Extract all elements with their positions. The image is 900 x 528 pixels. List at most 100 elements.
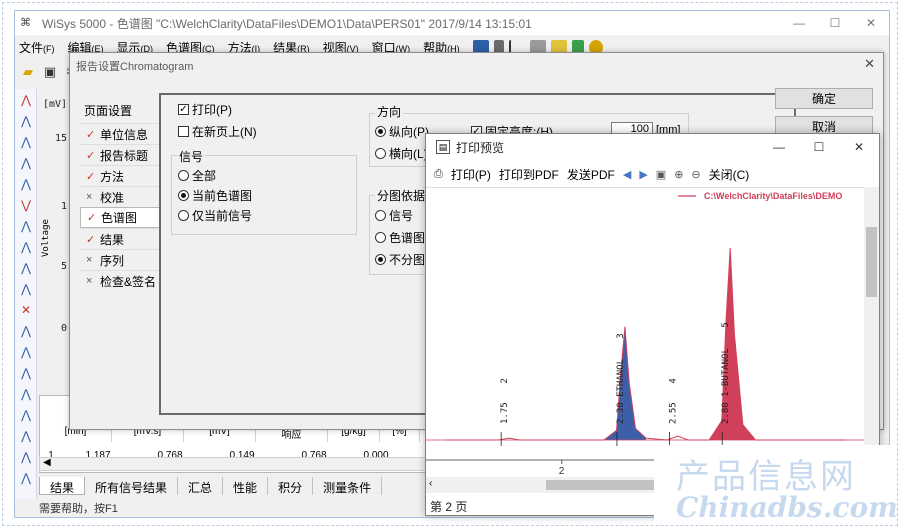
radio-icon (375, 148, 386, 159)
preview-maximize-button[interactable]: ☐ (799, 134, 839, 160)
delete-peak-icon[interactable]: ✕ (16, 300, 36, 320)
dialog-close-icon[interactable]: ✕ (864, 56, 875, 72)
shoulder-icon[interactable]: ⋀ (16, 363, 36, 383)
rear-tangent-icon[interactable]: ⋀ (16, 279, 36, 299)
peak-tool-icon[interactable]: ⋀ (16, 90, 36, 110)
peak-label: 2.55 (669, 402, 679, 424)
page-item-results[interactable]: ✓ 结果 (80, 228, 160, 249)
send-pdf-button[interactable]: 发送PDF (567, 166, 615, 183)
preview-close-button[interactable]: ✕ (839, 134, 879, 160)
radio-icon (375, 232, 386, 243)
signal-current-only-radio[interactable]: 仅当前信号 (178, 207, 252, 224)
maximize-button[interactable]: ☐ (817, 11, 853, 35)
tab-conditions[interactable]: 测量条件 (313, 477, 383, 495)
radio-icon (178, 210, 189, 221)
preview-vscrollbar[interactable] (864, 187, 879, 477)
page-list: 页面设置 ✓ 单位信息 ✓ 报告标题 ✓ 方法 × 校准 ✓ 色谱图 ✓ 结果 × 序列 × 检… (80, 98, 164, 291)
radio-icon (178, 170, 189, 181)
page-item-signature[interactable]: × 检查&签名 (80, 270, 160, 291)
noise-icon[interactable]: ⋀ (16, 468, 36, 488)
scroll-thumb[interactable] (866, 227, 877, 297)
next-page-icon[interactable]: ▶ (639, 168, 647, 181)
zoom-out-icon[interactable]: ⊖ (691, 168, 700, 181)
valley-icon[interactable]: ⋀ (16, 216, 36, 236)
tab-summary[interactable]: 汇总 (178, 477, 224, 495)
minimize-button[interactable]: — (781, 11, 817, 35)
baseline-lock-icon[interactable]: ⋁ (16, 195, 36, 215)
print-pdf-button[interactable]: 打印到PDF (499, 166, 559, 183)
page-view-icon[interactable]: ▣ (656, 168, 666, 181)
print-button[interactable]: ⎙ 打印(P) (434, 166, 491, 183)
peak-number: 5 (721, 322, 731, 327)
y-tick: 1 (61, 201, 68, 212)
close-preview-button[interactable]: 关闭(C) (709, 166, 750, 183)
peak-start-icon[interactable]: ⋀ (16, 111, 36, 131)
tab-integration[interactable]: 积分 (268, 477, 314, 495)
solvent-peak-icon[interactable]: ⋀ (16, 384, 36, 404)
preview-title: 打印预览 (456, 140, 505, 155)
watermark-line2: Chinadbs.com (676, 491, 898, 524)
printer-icon: ⎙ (434, 167, 443, 180)
open-folder-icon[interactable]: ▰ (19, 64, 37, 80)
page-item-unit-info[interactable]: ✓ 单位信息 (80, 123, 160, 144)
app-title: WiSys 5000 - 色谱图 "C:\WelchClarity\DataFi… (42, 16, 532, 31)
threshold-icon[interactable]: ⋀ (16, 447, 36, 467)
save-icon[interactable]: ▣ (41, 64, 59, 80)
tab-results[interactable]: 结果 (39, 477, 86, 495)
zoom-in-icon[interactable]: ⊕ (674, 168, 683, 181)
peak-number: 3 (616, 333, 626, 338)
chromatogram-preview-chart: C:\WelchClarity\DataFiles\DEMO 2 3 1.75 2 2.… (426, 191, 864, 477)
tab-performance[interactable]: 性能 (223, 477, 269, 495)
radio-selected-icon (178, 190, 189, 201)
baseline-icon[interactable]: ⋀ (16, 174, 36, 194)
tangent-icon[interactable]: ⋀ (16, 237, 36, 257)
ok-button[interactable]: 确定 (775, 88, 873, 109)
y-tick: 0 (61, 323, 68, 334)
new-page-checkbox[interactable]: 在新页上(N) (178, 123, 257, 140)
signal-all-radio[interactable]: 全部 (178, 167, 216, 184)
portrait-radio[interactable]: 纵向(P) (375, 123, 429, 140)
butanol-peak-area (709, 248, 756, 440)
close-button[interactable]: ✕ (853, 11, 889, 35)
group-icon[interactable]: ⋀ (16, 405, 36, 425)
negative-peak-icon[interactable]: ⋀ (16, 342, 36, 362)
status-bar: 需要帮助，按F1 (39, 503, 118, 515)
tab-all-signals[interactable]: 所有信号结果 (85, 477, 179, 495)
cross-mark-icon: × (86, 254, 93, 266)
split-signal-radio[interactable]: 信号 (375, 207, 413, 224)
peak-split-icon[interactable]: ⋀ (16, 153, 36, 173)
width-icon[interactable]: ⋀ (16, 426, 36, 446)
signal-current-chromatogram-radio[interactable]: 当前色谱图 (178, 187, 252, 204)
split-none-radio[interactable]: 不分图 (375, 251, 425, 268)
preview-page: C:\WelchClarity\DataFiles\DEMO 2 3 1.75 2 2.… (426, 187, 864, 477)
page-item-method[interactable]: ✓ 方法 (80, 165, 160, 186)
manual-peak-icon[interactable]: ⋀ (16, 321, 36, 341)
app-titlebar: ⌘ WiSys 5000 - 色谱图 "C:\WelchClarity\Data… (15, 11, 889, 35)
page-item-calibration[interactable]: × 校准 (80, 186, 160, 207)
preview-toolbar: ⎙ 打印(P) 打印到PDF 发送PDF ◀ ▶ ▣ ⊕ ⊖ 关闭(C) (434, 164, 757, 184)
signal-group-label: 信号 (177, 148, 206, 165)
page-item-chromatogram[interactable]: ✓ 色谱图 (80, 207, 164, 228)
chart-legend: C:\WelchClarity\DataFiles\DEMO (678, 191, 842, 201)
x-tick-label: 2 (559, 466, 565, 477)
split-chromatogram-radio[interactable]: 色谱图 (375, 229, 425, 246)
preview-minimize-button[interactable]: — (759, 134, 799, 160)
peak-end-icon[interactable]: ⋀ (16, 132, 36, 152)
peak-number: 4 (669, 378, 679, 383)
cross-mark-icon: × (86, 275, 93, 287)
preview-window-icon: ▤ (436, 140, 450, 154)
scroll-left-icon[interactable]: ◀ (43, 457, 51, 468)
page-item-report-title[interactable]: ✓ 报告标题 (80, 144, 160, 165)
results-hscrollbar[interactable]: ◀ (39, 457, 449, 471)
prev-page-icon[interactable]: ◀ (623, 168, 631, 181)
y-unit-label: [mV] (43, 99, 68, 110)
landscape-radio[interactable]: 横向(L) (375, 145, 428, 162)
page-item-sequence[interactable]: × 序列 (80, 249, 160, 270)
print-checkbox[interactable]: ✓ 打印(P) (178, 101, 232, 118)
peak-label: 2.30 ETHANOL (616, 359, 626, 424)
front-tangent-icon[interactable]: ⋀ (16, 258, 36, 278)
menu-file[interactable]: 文件(F) (19, 39, 55, 56)
scroll-left-icon[interactable]: ‹ (429, 478, 432, 489)
check-mark-icon: ✓ (86, 170, 96, 183)
vertical-toolbar: ⋀ ⋀ ⋀ ⋀ ⋀ ⋁ ⋀ ⋀ ⋀ ⋀ ✕ ⋀ ⋀ ⋀ ⋀ ⋀ ⋀ ⋀ ⋀ (15, 89, 37, 499)
